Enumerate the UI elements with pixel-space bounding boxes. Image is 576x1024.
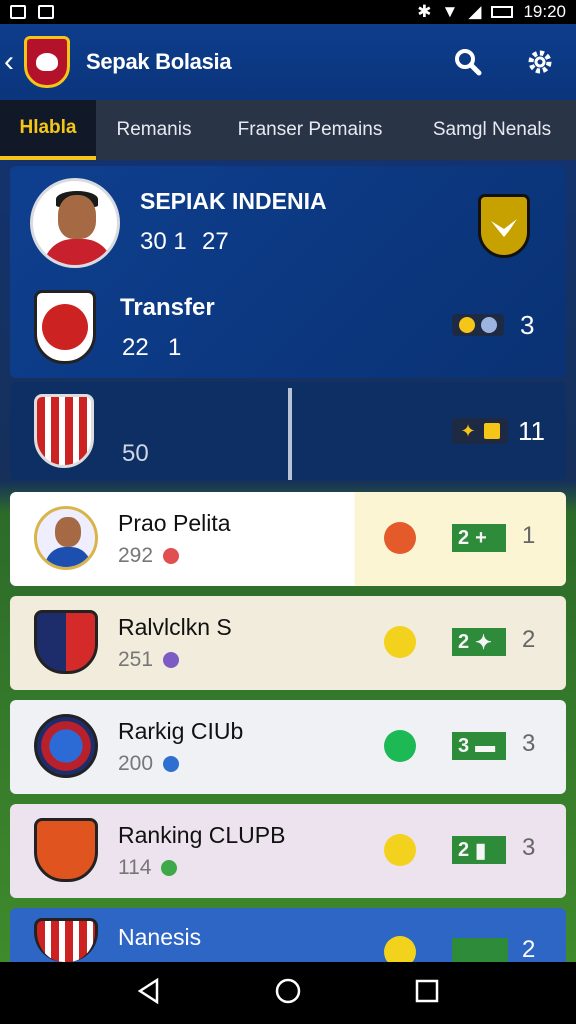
ball-icon bbox=[384, 834, 416, 866]
app-bar: ‹ Sepak Bolasia bbox=[0, 24, 576, 100]
featured-stat-b: 27 bbox=[202, 228, 229, 255]
score-badge: 2 + bbox=[452, 524, 506, 552]
row-name: Nanesis bbox=[118, 924, 202, 950]
player-avatar bbox=[34, 506, 98, 570]
recents-nav-icon[interactable] bbox=[415, 979, 439, 1008]
secondary-count: 11 bbox=[518, 416, 545, 446]
ball-icon bbox=[384, 626, 416, 658]
list-item[interactable]: Rarkig CIUb 200 3 ▬ 3 bbox=[10, 700, 566, 794]
transfer-stat-a: 22 bbox=[122, 334, 149, 361]
app-logo bbox=[24, 36, 70, 88]
score-badge: 2 ✦ bbox=[452, 628, 506, 656]
secondary-value: 50 bbox=[122, 440, 149, 467]
row-name: Rarkig CIUb bbox=[118, 718, 244, 744]
row-name: Ralvlclkn S bbox=[118, 614, 232, 640]
tab-samgl-nenals[interactable]: Samgl Nenals bbox=[408, 100, 576, 160]
row-sub: 114 bbox=[118, 856, 178, 880]
row-sub: 200 bbox=[118, 752, 180, 776]
transfer-label: Transfer bbox=[120, 294, 215, 321]
battery-icon bbox=[491, 6, 514, 18]
row-sub: 292 bbox=[118, 544, 180, 568]
list-item[interactable]: Ralvlclkn S 251 2 ✦ 2 bbox=[10, 596, 566, 690]
list-item[interactable]: Nanesis 2 bbox=[10, 908, 566, 968]
person-icon: ✦ bbox=[460, 420, 476, 441]
status-bar: ✱ ▼ ◢ 19:20 bbox=[0, 0, 576, 24]
image-notification-icon bbox=[38, 5, 54, 19]
player-avatar bbox=[30, 178, 120, 268]
ball-icon bbox=[384, 730, 416, 762]
settings-gear-icon[interactable] bbox=[524, 46, 556, 78]
clock: 19:20 bbox=[523, 2, 566, 21]
search-icon[interactable] bbox=[452, 46, 484, 78]
row-name: Prao Pelita bbox=[118, 510, 231, 536]
transfer-count: 3 bbox=[520, 310, 535, 340]
tab-franser-pemains[interactable]: Franser Pemains bbox=[212, 100, 408, 160]
transfer-stat-b: 1 bbox=[168, 334, 182, 361]
list-item[interactable]: Prao Pelita 292 2 + 1 bbox=[10, 492, 566, 586]
tab-hlabla[interactable]: Hlabla bbox=[0, 100, 96, 160]
club-crest bbox=[34, 714, 98, 778]
ball-icon bbox=[481, 317, 497, 333]
wifi-icon: ▼ bbox=[441, 2, 459, 21]
tab-remanis[interactable]: Remanis bbox=[96, 100, 212, 160]
signal-icon: ◢ bbox=[468, 2, 482, 21]
score-badge: 2 ▮ bbox=[452, 836, 506, 864]
row-rank: 2 bbox=[522, 936, 536, 963]
secondary-icons: ✦ bbox=[452, 418, 508, 444]
club-crest bbox=[34, 818, 98, 882]
score-badge bbox=[452, 938, 508, 962]
row-rank: 3 bbox=[522, 730, 536, 757]
row-rank: 3 bbox=[522, 834, 536, 861]
back-arrow-icon[interactable]: ‹ bbox=[4, 47, 22, 77]
list-item[interactable]: Ranking CLUPB 114 2 ▮ 3 bbox=[10, 804, 566, 898]
notification-icon bbox=[10, 5, 26, 19]
featured-stat-a: 30 1 bbox=[140, 228, 187, 255]
row-rank: 2 bbox=[522, 626, 536, 653]
goal-post bbox=[288, 388, 292, 480]
transfer-club-crest bbox=[34, 290, 96, 364]
ball-icon bbox=[384, 522, 416, 554]
score-badge: 3 ▬ bbox=[452, 732, 506, 760]
featured-title: SEPIAK INDENIA bbox=[140, 188, 327, 214]
app-title: Sepak Bolasia bbox=[86, 49, 232, 74]
club-crest-striped bbox=[34, 394, 94, 468]
featured-card[interactable]: SEPIAK INDENIA 30 1 27 Transfer 22 1 3 bbox=[10, 166, 566, 378]
back-nav-icon[interactable] bbox=[137, 977, 161, 1009]
featured-card-secondary[interactable]: 50 ✦ 11 bbox=[10, 382, 566, 480]
row-rank: 1 bbox=[522, 522, 536, 549]
club-crest bbox=[34, 610, 98, 674]
home-nav-icon[interactable] bbox=[274, 977, 302, 1010]
row-sub: 251 bbox=[118, 648, 180, 672]
club-crest bbox=[34, 918, 98, 962]
tab-bar: Hlabla Remanis Franser Pemains Samgl Nen… bbox=[0, 100, 576, 160]
club-crest-eagle bbox=[478, 194, 530, 258]
shield-icon bbox=[483, 423, 500, 439]
trophy-icon bbox=[459, 317, 475, 333]
system-nav-bar bbox=[0, 962, 576, 1024]
transfer-icons bbox=[452, 314, 504, 336]
row-name: Ranking CLUPB bbox=[118, 822, 286, 848]
bluetooth-icon: ✱ bbox=[417, 2, 432, 21]
